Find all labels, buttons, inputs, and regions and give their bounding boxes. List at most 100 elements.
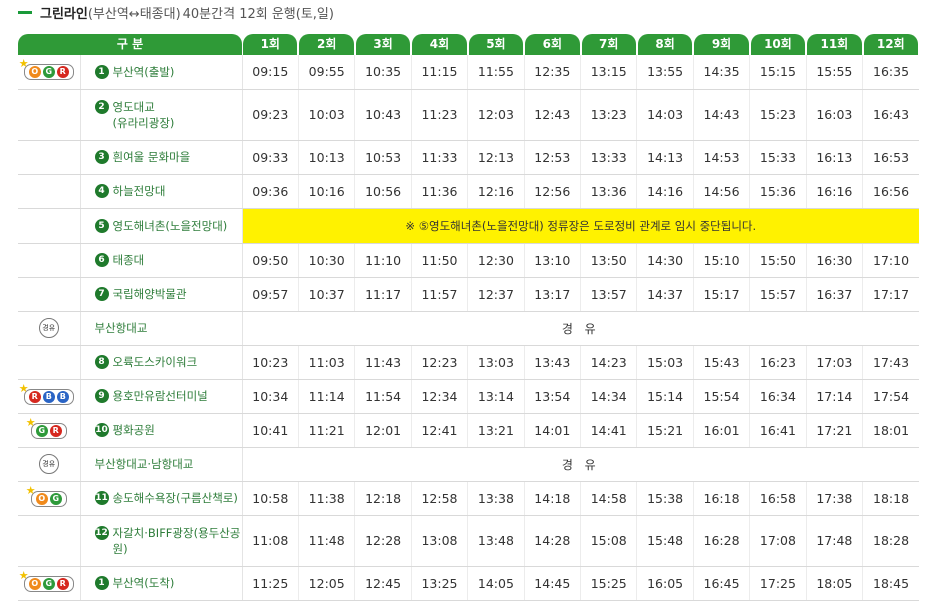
departure-time: 14:45 xyxy=(524,566,582,601)
stop-cell: 2 영도대교 (유라리광장) xyxy=(80,89,243,141)
stop-number-icon: 9 xyxy=(94,389,109,403)
departure-time: 17:38 xyxy=(806,481,864,516)
departure-time: 09:50 xyxy=(242,243,299,278)
stop-number-icon: 8 xyxy=(94,355,109,369)
stop-name: 부산역(출발) xyxy=(112,64,175,79)
table-row: 6 태종대 09:50 10:30 11:10 11:50 12:30 13:10 13:50 1… xyxy=(18,243,919,278)
header-run-5: 5회 xyxy=(468,33,524,55)
departure-time: 14:56 xyxy=(693,174,751,209)
title-main: 그린라인 xyxy=(40,6,88,22)
line-r-icon: R xyxy=(56,577,69,590)
departure-time: 16:37 xyxy=(806,277,864,312)
departure-time: 16:43 xyxy=(862,89,919,141)
departure-time: 12:53 xyxy=(524,140,582,175)
departure-time: 10:03 xyxy=(298,89,356,141)
transfer-lines-icon: ★ O G xyxy=(26,485,67,507)
header-run-label: 1회 xyxy=(243,33,298,55)
departure-time: 11:54 xyxy=(354,379,412,414)
transfer-icon-cell: 경유 xyxy=(18,311,81,346)
stop-cell: 5 영도해녀촌(노을전망대) xyxy=(80,208,243,244)
departure-time: 17:43 xyxy=(862,345,919,380)
suspension-notice: ※ ⑤영도해녀촌(노을전망대) 정류장은 도로정비 관계로 임시 중단됩니다. xyxy=(242,208,919,244)
timetable-body: ★ O G R 1 부산역(출발) 09:15 09:55 10:35 11:15 11:55 12:… xyxy=(18,55,919,601)
star-icon: ★ xyxy=(18,568,29,582)
departure-time: 17:14 xyxy=(806,379,864,414)
departure-time: 16:03 xyxy=(806,89,864,141)
transfer-icon-cell xyxy=(18,277,81,312)
departure-time: 10:58 xyxy=(242,481,299,516)
departure-time: 16:28 xyxy=(693,515,751,567)
departure-time: 11:08 xyxy=(242,515,299,567)
timetable: 구 분 1회 2회 3회 4회 5회 6회 7회 8회 9회 10회 11회 12회 ★ O G R 1 부산역… xyxy=(18,33,919,601)
stop-cell: 10 평화공원 xyxy=(80,413,243,448)
star-icon: ★ xyxy=(25,483,36,497)
header-run-3: 3회 xyxy=(355,33,411,55)
departure-time: 14:37 xyxy=(636,277,694,312)
table-row: ★ O G 11 송도해수욕장(구름산책로) 10:58 11:38 12:18 12:58 13… xyxy=(18,481,919,516)
departure-time: 16:45 xyxy=(693,566,751,601)
header-run-2: 2회 xyxy=(298,33,354,55)
stop-name: 영도대교 (유라리광장) xyxy=(112,99,175,130)
departure-time: 12:45 xyxy=(354,566,412,601)
departure-time: 14:53 xyxy=(693,140,751,175)
stop-name: 오륙도스카이워크 xyxy=(112,355,198,369)
departure-time: 12:34 xyxy=(411,379,469,414)
stop-number-icon: 3 xyxy=(94,150,109,164)
stop-name: 흰여울 문화마을 xyxy=(112,150,191,164)
stop-cell: 7 국립해양박물관 xyxy=(80,277,243,312)
stop-number-icon: 7 xyxy=(94,287,109,301)
stop-cell: 4 하늘전망대 xyxy=(80,174,243,209)
departure-time: 18:45 xyxy=(862,566,919,601)
header-run-10: 10회 xyxy=(750,33,806,55)
stop-name: 용호만유람선터미널 xyxy=(112,389,208,403)
departure-time: 16:05 xyxy=(636,566,694,601)
departure-time: 14:05 xyxy=(467,566,525,601)
departure-time: 14:30 xyxy=(636,243,694,278)
header-run-7: 7회 xyxy=(581,33,637,55)
line-g-icon: G xyxy=(42,577,55,590)
departure-time: 13:15 xyxy=(580,55,638,90)
departure-time: 14:01 xyxy=(524,413,582,448)
departure-time: 13:55 xyxy=(636,55,694,90)
line-g-icon: G xyxy=(35,424,48,437)
stop-name: 하늘전망대 xyxy=(112,184,166,198)
departure-time: 11:43 xyxy=(354,345,412,380)
title-dash-icon xyxy=(18,10,32,14)
header-run-label: 9회 xyxy=(694,33,749,55)
via-note: 경 유 xyxy=(242,311,919,346)
departure-time: 09:57 xyxy=(242,277,299,312)
departure-time: 13:36 xyxy=(580,174,638,209)
stop-cell: 3 흰여울 문화마을 xyxy=(80,140,243,175)
departure-time: 14:23 xyxy=(580,345,638,380)
stop-cell: 9 용호만유람선터미널 xyxy=(80,379,243,414)
line-o-icon: O xyxy=(28,577,41,590)
departure-time: 10:35 xyxy=(354,55,412,90)
departure-time: 11:36 xyxy=(411,174,469,209)
departure-time: 10:53 xyxy=(354,140,412,175)
stop-number-icon: 12 xyxy=(94,525,109,540)
stop-cell: 11 송도해수욕장(구름산책로) xyxy=(80,481,243,516)
table-row: ★ O G R 1 부산역(도착) 11:25 12:05 12:45 13:25 14:05 14:… xyxy=(18,566,919,601)
header-run-label: 2회 xyxy=(299,33,354,55)
departure-time: 17:48 xyxy=(806,515,864,567)
departure-time: 17:10 xyxy=(862,243,919,278)
departure-time: 15:50 xyxy=(749,243,807,278)
header-run-label: 5회 xyxy=(468,33,524,55)
stop-name: 부산항대교 xyxy=(94,321,148,335)
departure-time: 16:41 xyxy=(749,413,807,448)
stop-number-icon: 5 xyxy=(94,218,109,233)
stop-name: 자갈치·BIFF광장(용두산공 원) xyxy=(112,525,241,556)
departure-time: 17:08 xyxy=(749,515,807,567)
departure-time: 11:38 xyxy=(298,481,356,516)
departure-time: 13:17 xyxy=(524,277,582,312)
header-category: 구 분 xyxy=(18,33,243,55)
line-g-icon: G xyxy=(42,66,55,79)
departure-time: 18:01 xyxy=(862,413,919,448)
departure-time: 16:01 xyxy=(693,413,751,448)
header-run-label: 11회 xyxy=(807,33,862,55)
departure-time: 18:18 xyxy=(862,481,919,516)
header-run-label: 7회 xyxy=(581,33,636,55)
transfer-lines-icon: ★ G R xyxy=(26,417,67,439)
departure-time: 14:41 xyxy=(580,413,638,448)
departure-time: 11:23 xyxy=(411,89,469,141)
